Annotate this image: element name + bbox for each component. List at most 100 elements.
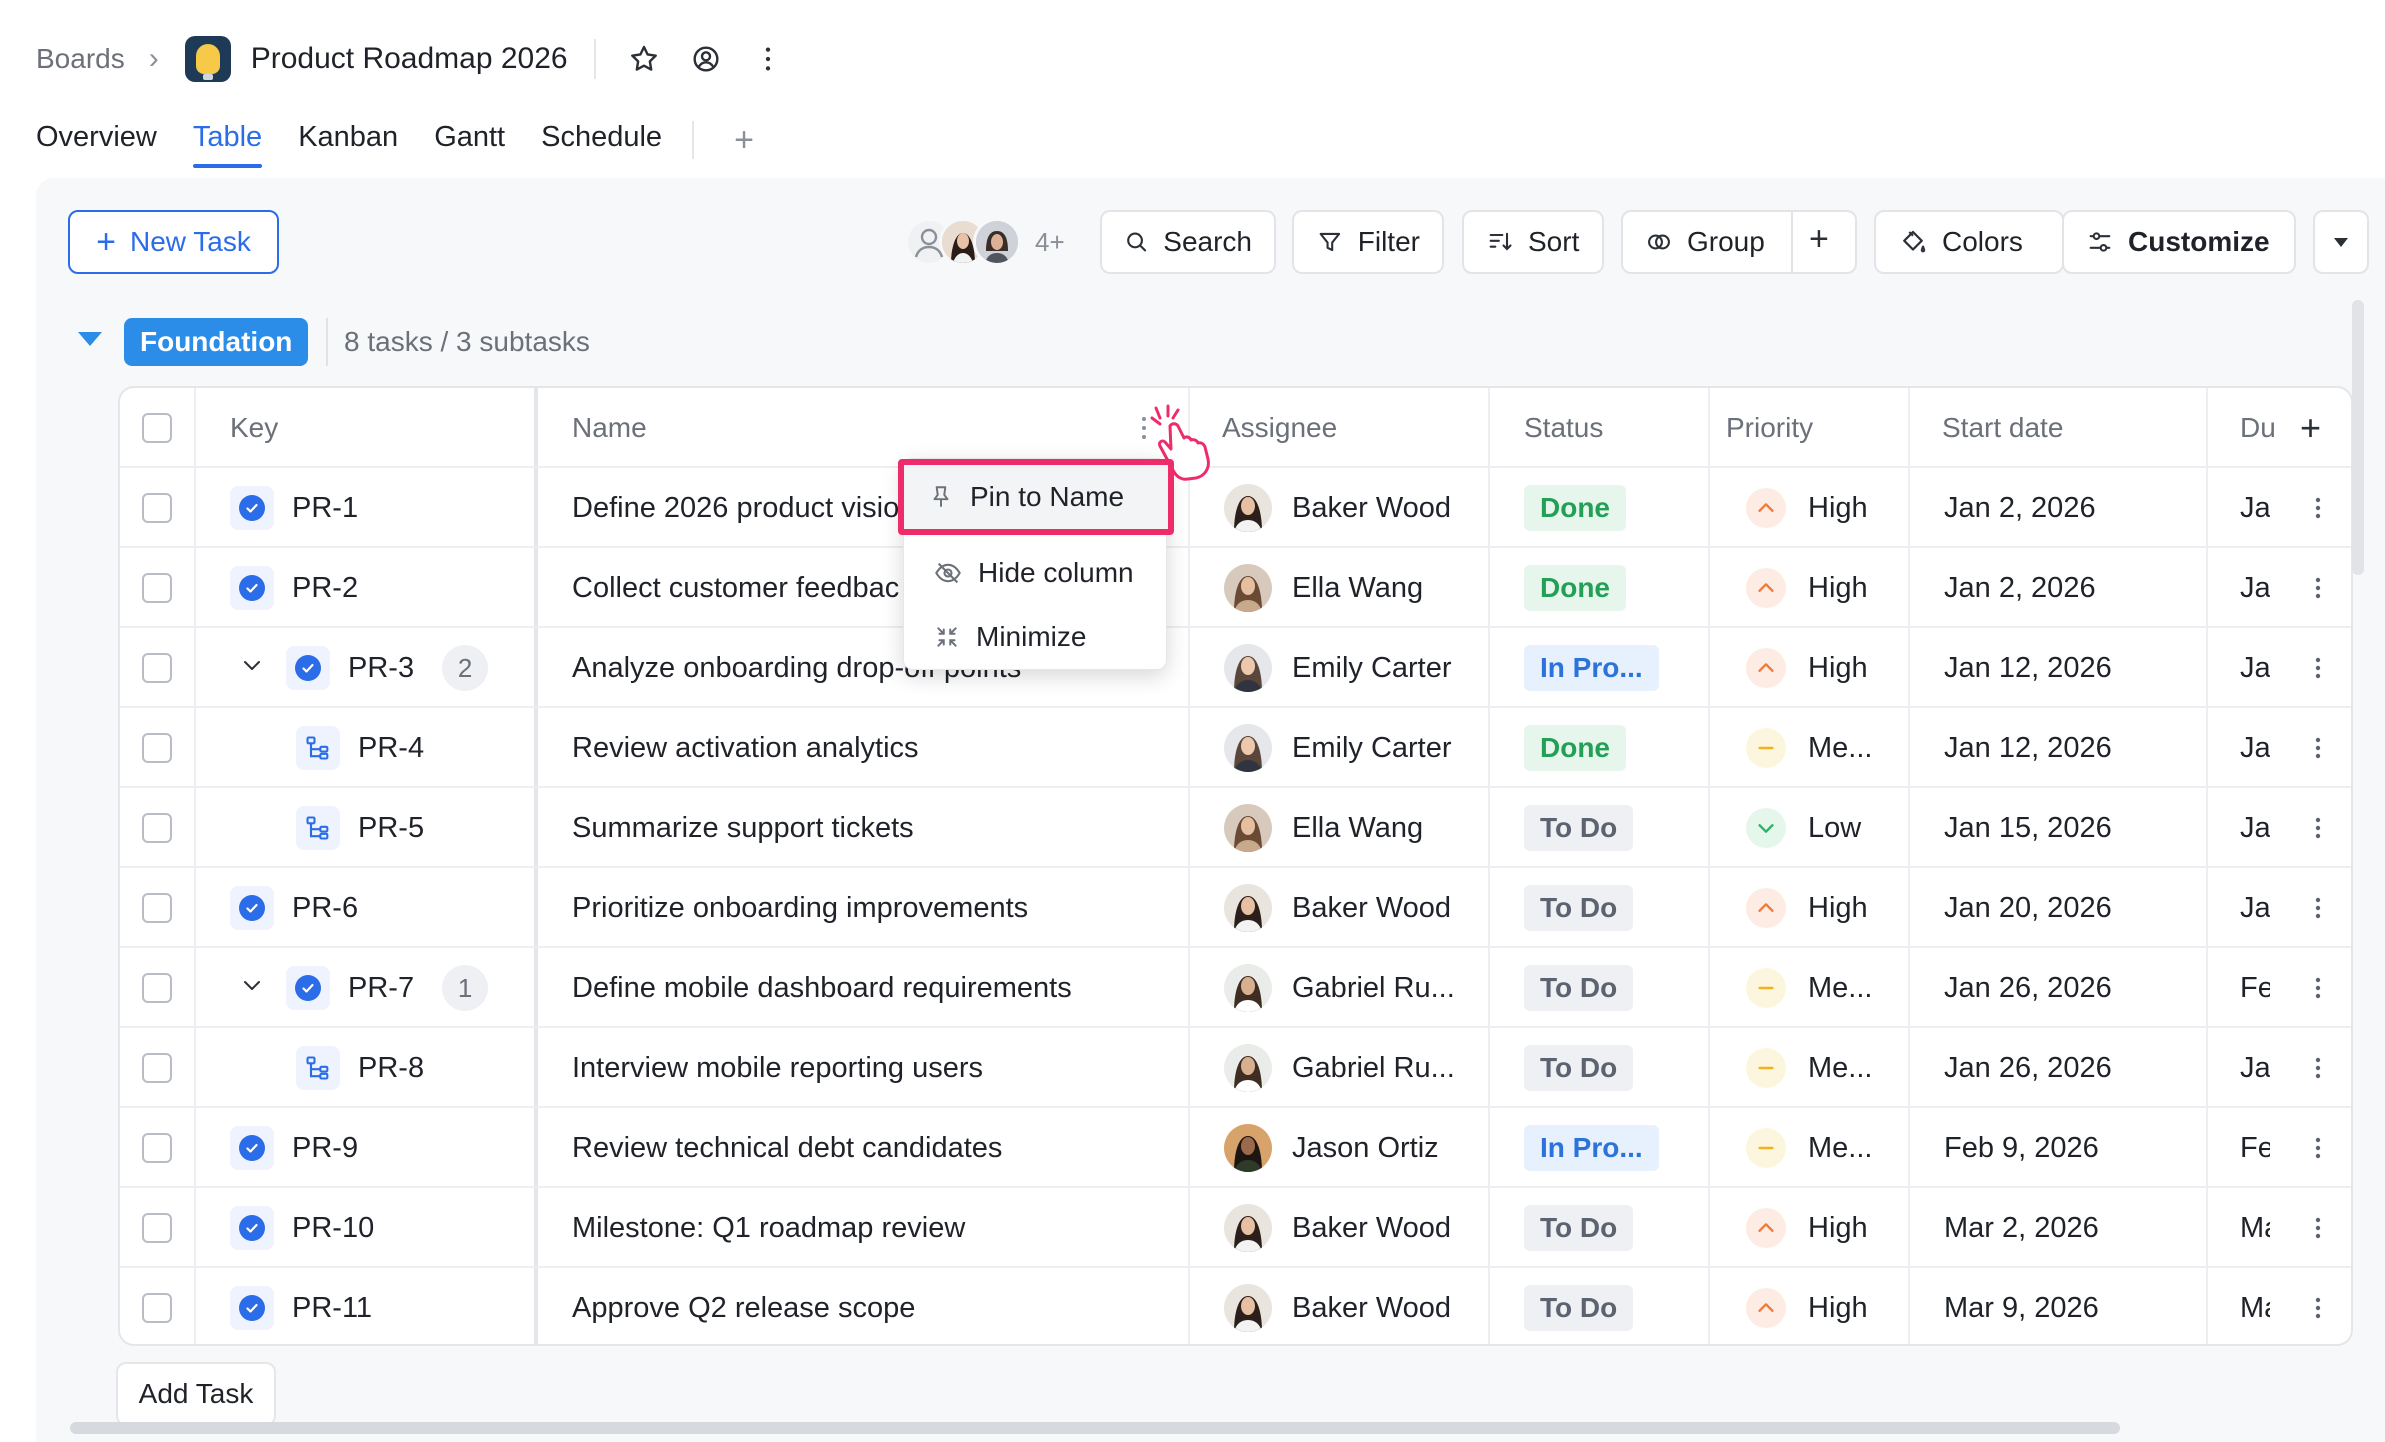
table-row[interactable]: PR-9 Review technical debt candidates Jaso… [120, 1108, 2351, 1188]
table-row[interactable]: PR-5 Summarize support tickets Ella Wang To… [120, 788, 2351, 868]
start-date[interactable]: Jan 12, 2026 [1944, 708, 2112, 788]
task-name[interactable]: Define mobile dashboard requirements [572, 948, 1182, 1028]
add-group-icon[interactable]: + [1809, 220, 1829, 259]
row-more-icon[interactable] [2308, 948, 2328, 1028]
select-all-checkbox[interactable] [142, 413, 172, 443]
vertical-scrollbar[interactable] [2352, 300, 2364, 575]
row-more-icon[interactable] [2308, 548, 2328, 628]
due-date[interactable]: Jar [2240, 708, 2270, 788]
add-view-icon[interactable]: + [734, 121, 754, 160]
task-key[interactable]: PR-9 [292, 1132, 358, 1165]
priority-cell[interactable]: Low [1746, 788, 1896, 868]
table-row[interactable]: PR-2 Collect customer feedbac Ella Wang Don… [120, 548, 2351, 628]
task-key[interactable]: PR-5 [358, 812, 424, 845]
row-checkbox[interactable] [142, 733, 172, 763]
row-checkbox[interactable] [142, 1133, 172, 1163]
assignee-cell[interactable]: Gabriel Ru... [1224, 1028, 1474, 1108]
star-icon[interactable] [622, 37, 666, 81]
start-date[interactable]: Jan 12, 2026 [1944, 628, 2112, 708]
column-header-start-date[interactable]: Start date [1942, 388, 2063, 468]
status-cell[interactable]: To Do [1524, 788, 1634, 868]
sort-button[interactable]: Sort [1462, 210, 1604, 274]
due-date[interactable]: Ma [2240, 1268, 2270, 1344]
row-more-icon[interactable] [2308, 1028, 2328, 1108]
table-row[interactable]: PR-6 Prioritize onboarding improvements Ba… [120, 868, 2351, 948]
row-checkbox[interactable] [142, 573, 172, 603]
row-more-icon[interactable] [2308, 468, 2328, 548]
table-row[interactable]: PR-7 1 Define mobile dashboard requirement… [120, 948, 2351, 1028]
expand-chevron-icon[interactable] [240, 972, 264, 1005]
row-more-icon[interactable] [2308, 1188, 2328, 1268]
breadcrumb-boards[interactable]: Boards [36, 43, 125, 75]
table-row[interactable]: PR-1 Define 2026 product visio Baker Wood D… [120, 468, 2351, 548]
row-checkbox[interactable] [142, 973, 172, 1003]
column-header-due[interactable]: Du [2240, 388, 2276, 468]
task-key[interactable]: PR-7 [348, 972, 414, 1005]
hide-column-menu-item[interactable]: Hide column [904, 541, 1168, 605]
subtask-count-badge[interactable]: 1 [442, 965, 489, 1011]
task-name[interactable]: Interview mobile reporting users [572, 1028, 1182, 1108]
priority-cell[interactable]: Me... [1746, 708, 1896, 788]
task-key[interactable]: PR-4 [358, 732, 424, 765]
start-date[interactable]: Jan 2, 2026 [1944, 468, 2096, 548]
pin-to-name-menu-item[interactable]: Pin to Name [898, 459, 1174, 535]
row-more-icon[interactable] [2308, 1108, 2328, 1188]
priority-cell[interactable]: High [1746, 548, 1896, 628]
table-row[interactable]: PR-11 Approve Q2 release scope Baker Wood T… [120, 1268, 2351, 1344]
group-name-badge[interactable]: Foundation [124, 318, 309, 366]
status-cell[interactable]: To Do [1524, 1188, 1634, 1268]
add-column-icon[interactable]: + [2300, 388, 2321, 468]
due-date[interactable]: Jar [2240, 1028, 2270, 1108]
status-cell[interactable]: Done [1524, 708, 1626, 788]
more-vertical-icon[interactable] [746, 37, 790, 81]
start-date[interactable]: Jan 26, 2026 [1944, 1028, 2112, 1108]
row-checkbox[interactable] [142, 813, 172, 843]
assignee-cell[interactable]: Baker Wood [1224, 1188, 1474, 1268]
watch-icon[interactable] [684, 37, 728, 81]
task-name[interactable]: Prioritize onboarding improvements [572, 868, 1182, 948]
priority-cell[interactable]: Me... [1746, 948, 1896, 1028]
start-date[interactable]: Jan 15, 2026 [1944, 788, 2112, 868]
priority-cell[interactable]: High [1746, 468, 1896, 548]
task-key[interactable]: PR-8 [358, 1052, 424, 1085]
customize-button[interactable]: Customize [2062, 210, 2296, 274]
colors-button[interactable]: Colors [1874, 210, 2064, 274]
status-cell[interactable]: Done [1524, 468, 1626, 548]
row-checkbox[interactable] [142, 1213, 172, 1243]
tab-schedule[interactable]: Schedule [541, 121, 662, 160]
status-cell[interactable]: To Do [1524, 948, 1634, 1028]
assignee-cell[interactable]: Ella Wang [1224, 548, 1474, 628]
status-cell[interactable]: In Pro... [1524, 628, 1659, 708]
table-row[interactable]: PR-3 2 Analyze onboarding drop-off points E… [120, 628, 2351, 708]
task-name[interactable]: Approve Q2 release scope [572, 1268, 1182, 1344]
start-date[interactable]: Jan 20, 2026 [1944, 868, 2112, 948]
row-more-icon[interactable] [2308, 628, 2328, 708]
assignee-cell[interactable]: Ella Wang [1224, 788, 1474, 868]
row-checkbox[interactable] [142, 893, 172, 923]
tab-overview[interactable]: Overview [36, 121, 157, 160]
task-key[interactable]: PR-10 [292, 1212, 374, 1245]
due-date[interactable]: Fe [2240, 1108, 2270, 1188]
minimize-menu-item[interactable]: Minimize [904, 605, 1168, 669]
table-row[interactable]: PR-4 Review activation analytics Emily Car… [120, 708, 2351, 788]
task-key[interactable]: PR-6 [292, 892, 358, 925]
more-options-dropdown[interactable] [2313, 210, 2369, 274]
due-date[interactable]: Jar [2240, 868, 2270, 948]
task-key[interactable]: PR-11 [292, 1292, 372, 1325]
due-date[interactable]: Jar [2240, 788, 2270, 868]
column-header-name[interactable]: Name [572, 388, 647, 468]
status-cell[interactable]: To Do [1524, 1268, 1634, 1344]
row-checkbox[interactable] [142, 653, 172, 683]
priority-cell[interactable]: High [1746, 1268, 1896, 1344]
column-header-key[interactable]: Key [230, 388, 278, 468]
column-header-assignee[interactable]: Assignee [1222, 388, 1337, 468]
start-date[interactable]: Jan 26, 2026 [1944, 948, 2112, 1028]
assignee-cell[interactable]: Gabriel Ru... [1224, 948, 1474, 1028]
task-name[interactable]: Review technical debt candidates [572, 1108, 1182, 1188]
table-row[interactable]: PR-10 Milestone: Q1 roadmap review Baker W… [120, 1188, 2351, 1268]
group-button[interactable]: Group + [1621, 210, 1857, 274]
start-date[interactable]: Mar 2, 2026 [1944, 1188, 2099, 1268]
status-cell[interactable]: To Do [1524, 868, 1634, 948]
row-more-icon[interactable] [2308, 1268, 2328, 1344]
assignee-cell[interactable]: Baker Wood [1224, 468, 1474, 548]
